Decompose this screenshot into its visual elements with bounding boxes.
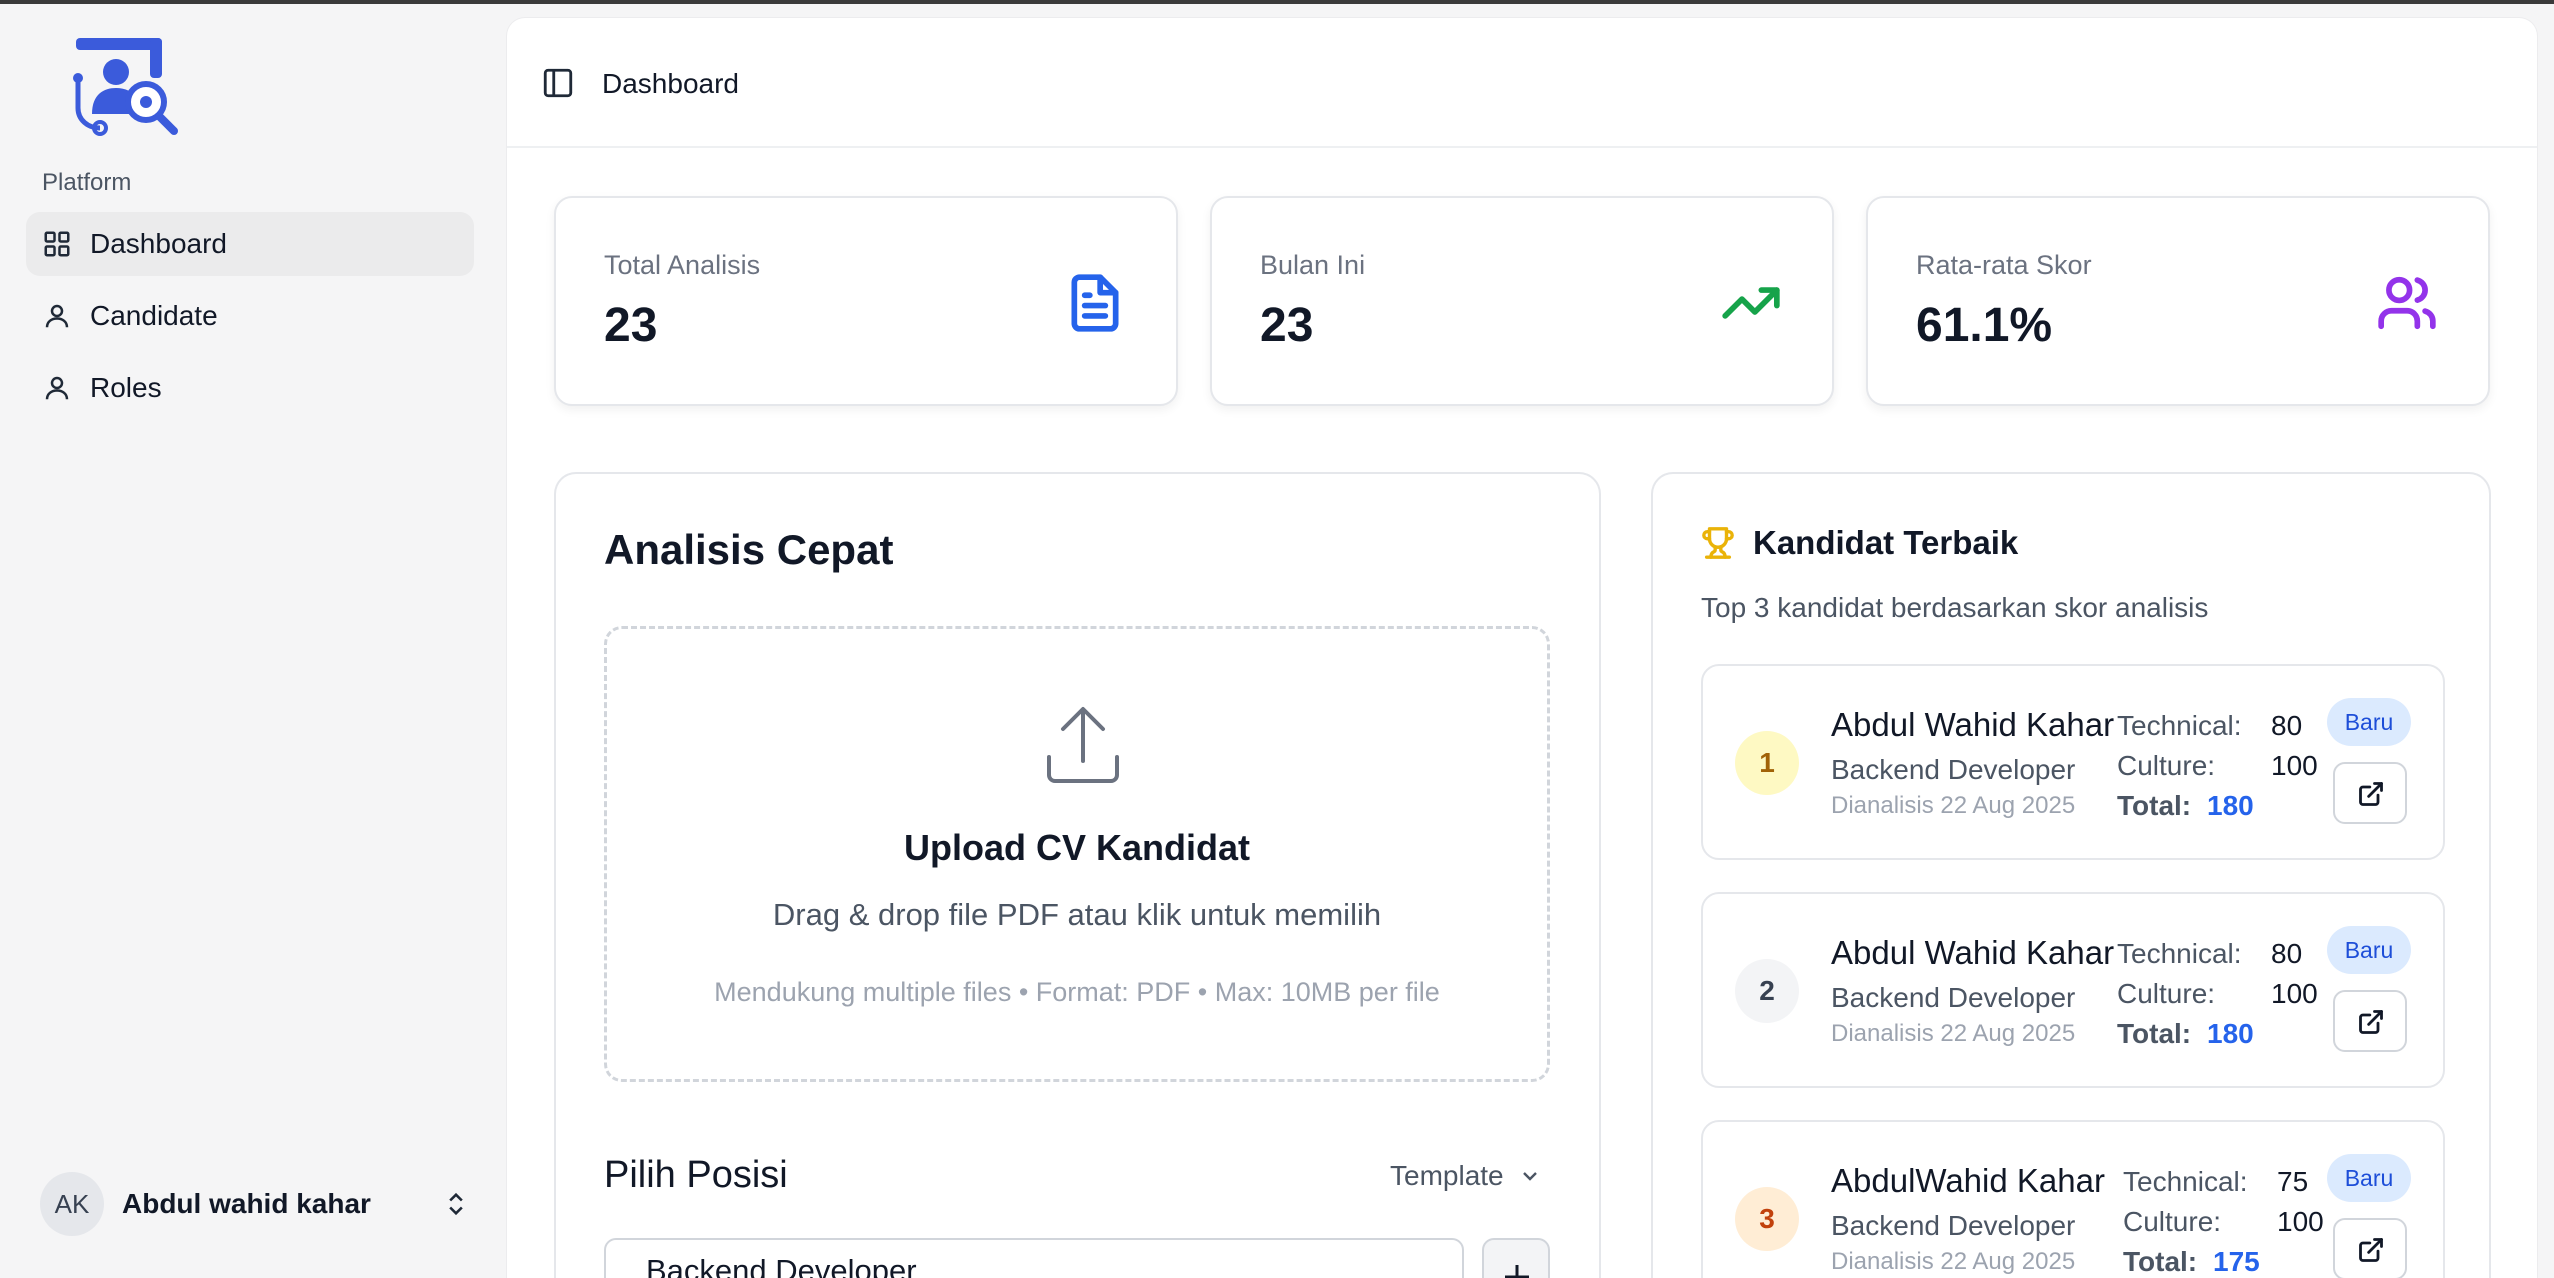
external-link-icon	[2359, 1010, 2383, 1034]
total-label: Total:	[2117, 1018, 2192, 1049]
status-badge: Baru	[2327, 926, 2411, 974]
document-icon	[1064, 272, 1126, 334]
upload-icon	[1045, 705, 1121, 785]
grid-icon	[44, 231, 70, 257]
sidebar-item-roles[interactable]: Roles	[26, 356, 474, 420]
quick-analysis-card: Analisis Cepat Upload CV Kandidat Drag &…	[554, 472, 1601, 1278]
stat-card-rata-rata-skor: Rata-rata Skor 61.1%	[1866, 196, 2490, 406]
rank-badge: 1	[1735, 731, 1799, 795]
open-candidate-button[interactable]	[2333, 1218, 2407, 1278]
stat-value: 61.1%	[1916, 299, 2053, 352]
external-link-icon	[2359, 782, 2383, 806]
candidate-role: Backend Developer	[1831, 1210, 2076, 1241]
culture-label: Culture:	[2123, 1206, 2222, 1237]
app-logo-icon[interactable]	[72, 34, 182, 138]
total-label: Total:	[2117, 790, 2192, 821]
main-panel: Dashboard Total Analisis 23 Bulan Ini 23…	[507, 18, 2537, 1278]
stat-card-total-analisis: Total Analisis 23	[554, 196, 1178, 406]
rank-badge: 3	[1735, 1187, 1799, 1251]
sidebar-item-label: Candidate	[90, 300, 218, 331]
cv-upload-dropzone[interactable]: Upload CV Kandidat Drag & drop file PDF …	[604, 626, 1550, 1082]
culture-score: 100	[2271, 978, 2318, 1009]
candidate-date: Dianalisis 22 Aug 2025	[1831, 792, 2076, 819]
upload-title: Upload CV Kandidat	[903, 827, 1250, 868]
users-icon	[2376, 272, 2438, 334]
user-icon	[45, 376, 69, 400]
score-breakdown: Technical: 80 Culture: 100 Total: 180	[2117, 706, 2318, 826]
avatar: AK	[40, 1172, 104, 1236]
open-candidate-button[interactable]	[2333, 990, 2407, 1052]
technical-score: 80	[2271, 710, 2303, 741]
trophy-icon	[1702, 527, 1734, 559]
total-score: 180	[2207, 1018, 2254, 1049]
card-title: Kandidat Terbaik	[1753, 524, 2019, 561]
external-link-icon	[2359, 1238, 2383, 1262]
sidebar-item-candidate[interactable]: Candidate	[26, 284, 474, 348]
chevron-down-icon	[1428, 1274, 1452, 1278]
card-title: Analisis Cepat	[604, 526, 894, 573]
user-icon	[45, 304, 69, 328]
stat-value: 23	[1260, 299, 1314, 352]
score-breakdown: Technical: 80 Culture: 100 Total: 180	[2117, 934, 2318, 1054]
template-label: Template	[1390, 1160, 1504, 1191]
technical-score: 75	[2277, 1166, 2309, 1197]
stat-card-bulan-ini: Bulan Ini 23	[1210, 196, 1834, 406]
stat-label: Rata-rata Skor	[1916, 250, 2092, 280]
total-score: 180	[2207, 790, 2254, 821]
culture-score: 100	[2271, 750, 2318, 781]
panel-left-icon	[543, 68, 573, 98]
stat-label: Bulan Ini	[1260, 250, 1366, 280]
rank-badge: 2	[1735, 959, 1799, 1023]
user-menu[interactable]: AK Abdul wahid kahar	[40, 1170, 470, 1238]
user-name: Abdul wahid kahar	[122, 1188, 371, 1219]
plus-icon	[1505, 1265, 1529, 1278]
open-candidate-button[interactable]	[2333, 762, 2407, 824]
position-section-title: Pilih Posisi	[604, 1154, 788, 1196]
culture-label: Culture:	[2117, 750, 2216, 781]
score-breakdown: Technical: 75 Culture: 100 Total: 175	[2123, 1162, 2324, 1278]
technical-score: 80	[2271, 938, 2303, 969]
culture-label: Culture:	[2117, 978, 2216, 1009]
template-dropdown-button[interactable]: Template	[1390, 1160, 1542, 1192]
upload-subtitle: Drag & drop file PDF atau klik untuk mem…	[772, 897, 1382, 932]
status-badge: Baru	[2327, 1154, 2411, 1202]
candidate-name: AbdulWahid Kahar	[1831, 1162, 2105, 1199]
technical-label: Technical:	[2117, 710, 2242, 741]
position-select[interactable]: Backend Developer	[604, 1238, 1464, 1278]
selected-position: Backend Developer	[646, 1253, 917, 1278]
candidate-row[interactable]: 2 Abdul Wahid Kahar Backend Developer Di…	[1701, 892, 2445, 1088]
candidate-role: Backend Developer	[1831, 754, 2076, 785]
sidebar-section-label: Platform	[42, 169, 132, 196]
total-score: 175	[2213, 1246, 2260, 1277]
technical-label: Technical:	[2117, 938, 2242, 969]
technical-label: Technical:	[2123, 1166, 2248, 1197]
status-badge: Baru	[2327, 698, 2411, 746]
chevron-down-icon	[1522, 1172, 1537, 1181]
candidate-name: Abdul Wahid Kahar	[1831, 934, 2115, 971]
candidate-date: Dianalisis 22 Aug 2025	[1831, 1248, 2076, 1275]
card-header: Kandidat Terbaik	[1701, 524, 2018, 562]
card-subtitle: Top 3 kandidat berdasarkan skor analisis	[1701, 592, 2209, 623]
candidate-row[interactable]: 3 AbdulWahid Kahar Backend Developer Dia…	[1701, 1120, 2445, 1278]
page-title: Dashboard	[602, 68, 739, 99]
top-candidates-card: Kandidat Terbaik Top 3 kandidat berdasar…	[1651, 472, 2491, 1278]
main-header: Dashboard	[507, 18, 2537, 148]
sidebar-item-label: Dashboard	[90, 228, 227, 259]
candidate-name: Abdul Wahid Kahar	[1831, 706, 2115, 743]
culture-score: 100	[2277, 1206, 2324, 1237]
upload-hint: Mendukung multiple files • Format: PDF •…	[714, 977, 1440, 1007]
total-label: Total:	[2123, 1246, 2198, 1277]
sidebar-item-label: Roles	[90, 372, 162, 403]
stat-label: Total Analisis	[604, 250, 761, 280]
trending-up-icon	[1720, 272, 1782, 334]
chevrons-up-down-icon	[449, 1192, 463, 1216]
candidate-role: Backend Developer	[1831, 982, 2076, 1013]
add-position-button[interactable]	[1482, 1238, 1550, 1278]
candidate-row[interactable]: 1 Abdul Wahid Kahar Backend Developer Di…	[1701, 664, 2445, 860]
sidebar: Platform Dashboard Candidate Roles AK Ab…	[0, 4, 505, 1278]
stat-value: 23	[604, 299, 658, 352]
sidebar-item-dashboard[interactable]: Dashboard	[26, 212, 474, 276]
sidebar-toggle-button[interactable]	[541, 66, 575, 100]
candidate-date: Dianalisis 22 Aug 2025	[1831, 1020, 2076, 1047]
